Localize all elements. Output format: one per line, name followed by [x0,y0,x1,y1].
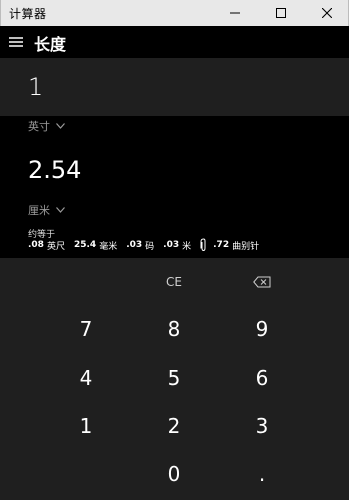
from-unit-label: 英寸 [28,120,50,133]
chevron-down-icon [56,207,65,213]
approx-item: .08 英尺 [28,239,65,252]
close-button[interactable] [304,0,349,26]
to-unit-label: 厘米 [28,204,50,217]
approx-value: 25.4 [73,240,97,250]
approx-item: 25.4 毫米 [74,239,117,252]
approx-value: .03 [163,240,180,250]
approx-value: .03 [126,240,143,250]
input-value[interactable]: 1 [28,73,43,101]
approx-unit: 毫米 [99,241,118,252]
approx-unit: 码 [145,241,155,252]
key-3[interactable]: 3 [204,402,320,450]
key-6[interactable]: 6 [204,354,320,402]
approx-value: .08 [28,240,44,250]
approx-unit: 米 [182,241,192,252]
title-bar: 计算器 [0,0,349,26]
window-title: 计算器 [9,7,47,21]
approx-item: .72 曲别针 [200,238,259,252]
decimal-button[interactable]: . [204,450,320,498]
app-header: 长度 [0,26,349,58]
approx-list: .08 英尺 25.4 毫米 .03 码 .03 米 .72 曲别针 [28,238,268,252]
minimize-icon [230,12,240,14]
output-value[interactable]: 2.54 [28,156,81,184]
maximize-button[interactable] [258,0,304,26]
chevron-down-icon [56,123,65,129]
close-icon [322,8,332,18]
approx-item: .03 米 [163,239,191,252]
approx-value: .72 [213,240,230,250]
approx-item: .03 码 [126,239,154,252]
maximize-icon [276,8,286,18]
backspace-button[interactable] [204,258,320,306]
mode-title: 长度 [34,35,67,54]
backspace-icon [253,276,271,288]
key-9[interactable]: 9 [204,305,320,353]
approx-unit: 英尺 [46,241,65,252]
input-panel[interactable]: 1 [0,58,349,116]
menu-button[interactable] [8,34,24,50]
hamburger-icon [9,37,23,47]
to-unit-selector[interactable]: 厘米 [28,202,65,218]
keypad: CE 7 8 9 4 5 6 1 2 3 0 . [0,258,349,500]
minimize-button[interactable] [212,0,258,26]
approx-unit: 曲别针 [232,241,260,252]
from-unit-selector[interactable]: 英寸 [28,118,65,134]
paperclip-icon [200,238,207,252]
